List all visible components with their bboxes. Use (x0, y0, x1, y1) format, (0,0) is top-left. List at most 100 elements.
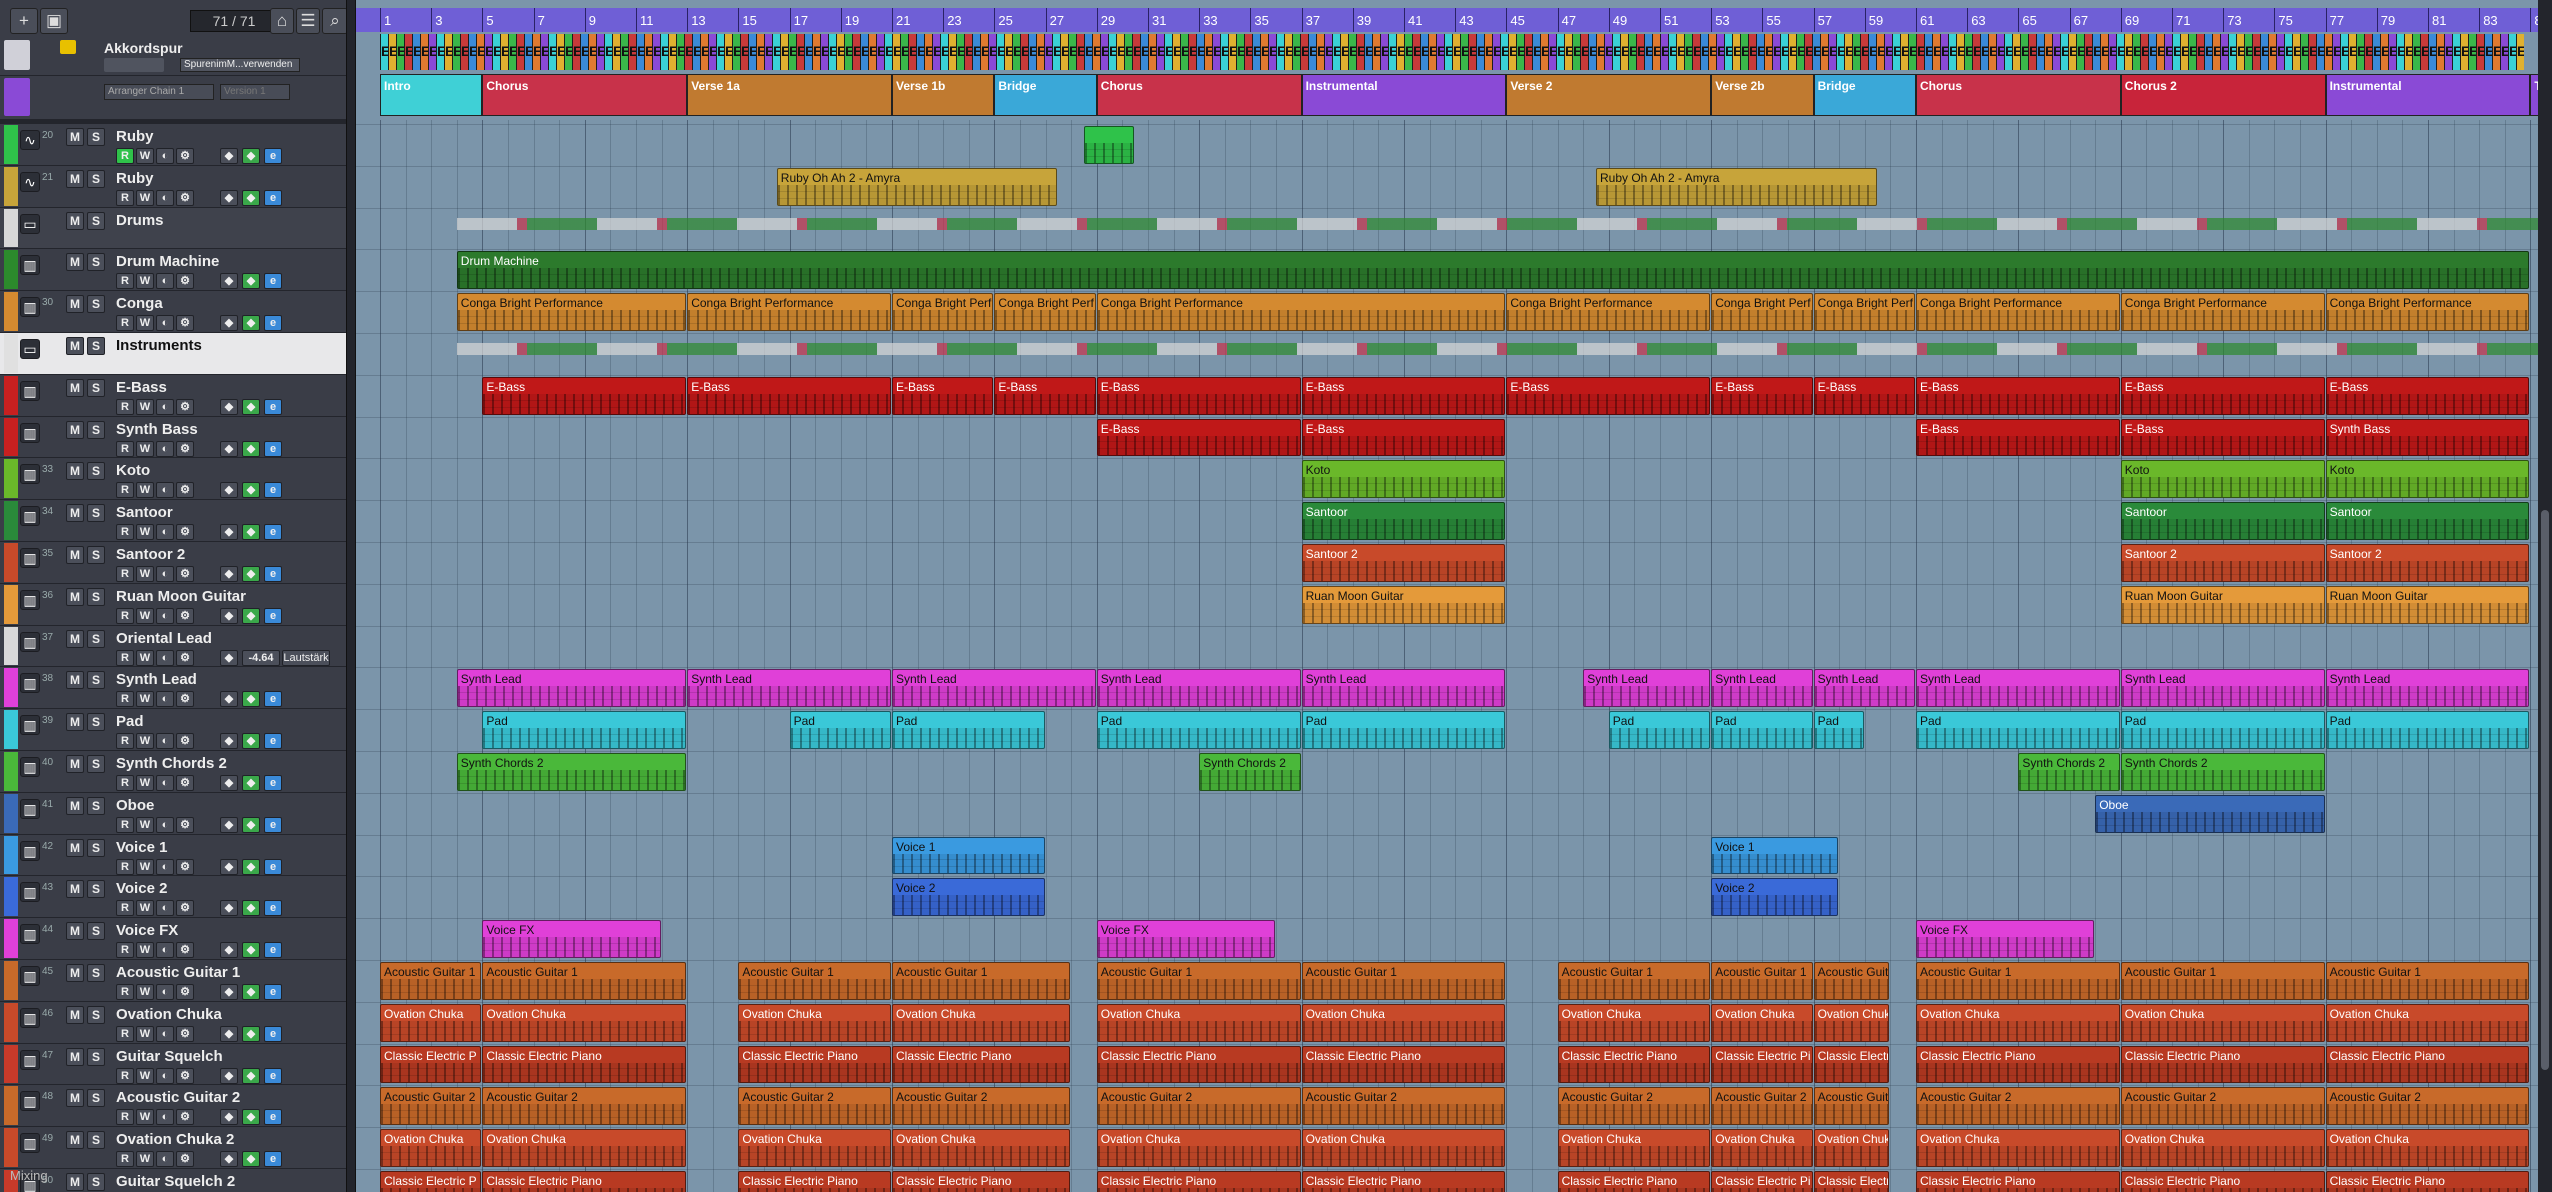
track-row[interactable]: ▥ 43 M S Voice 2 R W ◐ ⚙ ◆ ◆ e (0, 876, 346, 919)
midi-event[interactable]: Acoustic Guit (1813, 962, 1890, 1000)
arranger-section[interactable]: Chorus 2 (2120, 74, 2326, 116)
chord-event[interactable]: E (2492, 34, 2500, 70)
pan-icon[interactable]: ◆ (220, 440, 238, 457)
record-enable-button[interactable]: R (116, 942, 134, 959)
edit-instrument-icon[interactable]: ⚙ (176, 942, 194, 959)
monitor-icon[interactable]: ◐ (156, 566, 174, 582)
midi-event[interactable]: Synth Chords 2 (456, 753, 687, 791)
record-enable-button[interactable]: R (116, 858, 134, 875)
channel-settings-icon[interactable]: e (264, 524, 282, 541)
chord-event[interactable]: E (1164, 34, 1172, 70)
edit-instrument-icon[interactable]: ⚙ (176, 1025, 194, 1042)
track-row[interactable]: ▥ 34 M S Santoor R W ◐ ⚙ ◆ ◆ e (0, 500, 346, 542)
chord-event[interactable]: E (2204, 34, 2212, 70)
write-automation-button[interactable]: W (136, 148, 154, 164)
midi-event[interactable]: Santoor (1301, 502, 1506, 540)
inserts-icon[interactable]: ◆ (242, 398, 260, 415)
chord-event[interactable]: E (2508, 34, 2516, 70)
chord-event[interactable]: E (1580, 34, 1588, 70)
pan-icon[interactable]: ◆ (220, 189, 238, 206)
channel-settings-icon[interactable]: e (264, 189, 282, 206)
mute-button[interactable]: M (66, 337, 84, 355)
channel-settings-icon[interactable]: e (264, 1067, 282, 1084)
search-icon[interactable]: ⌕ (322, 8, 348, 34)
pan-icon[interactable]: ◆ (220, 733, 238, 750)
edit-instrument-icon[interactable]: ⚙ (176, 858, 194, 875)
chord-event[interactable]: E (564, 34, 572, 70)
midi-event[interactable]: E-Bass (1096, 376, 1301, 415)
midi-event[interactable]: Pad (1916, 711, 2120, 749)
solo-button[interactable]: S (87, 587, 105, 606)
chord-event[interactable]: E (1852, 34, 1860, 70)
chord-event[interactable]: E (1772, 34, 1780, 70)
edit-instrument-icon[interactable]: ⚙ (176, 775, 194, 791)
list-splitter[interactable] (346, 0, 356, 1192)
chord-event[interactable]: E (404, 34, 412, 70)
chord-event[interactable]: E (964, 34, 972, 70)
write-automation-button[interactable]: W (136, 1067, 154, 1084)
pan-icon[interactable]: ◆ (220, 775, 238, 791)
channel-settings-icon[interactable]: e (264, 816, 282, 833)
chord-track-lane[interactable]: EEEEEEEEEEEEEEEEEEEEEEEEEEEEEEEEEEEEEEEE… (380, 34, 2530, 70)
track-name[interactable]: Santoor (116, 504, 173, 521)
chord-event[interactable]: E (828, 34, 836, 70)
solo-button[interactable]: S (87, 755, 105, 773)
monitor-icon[interactable]: ◐ (156, 1151, 174, 1168)
midi-event[interactable]: Acoustic Guitar 2 (380, 1087, 482, 1126)
chord-event[interactable]: E (2260, 34, 2268, 70)
edit-instrument-icon[interactable]: ⚙ (176, 607, 194, 624)
midi-event[interactable]: Classic Electric Piano (1301, 1171, 1506, 1192)
chord-event[interactable]: E (1420, 34, 1428, 70)
inserts-icon[interactable]: ◆ (242, 1067, 260, 1084)
chord-event[interactable]: E (2148, 34, 2156, 70)
chord-event[interactable]: E (2212, 34, 2220, 70)
chord-event[interactable]: E (1884, 34, 1892, 70)
mute-button[interactable]: M (66, 420, 84, 439)
chord-event[interactable]: E (588, 34, 596, 70)
chord-event[interactable]: E (676, 34, 684, 70)
mute-button[interactable]: M (66, 378, 84, 397)
midi-event[interactable]: Ovation Chuka (1096, 1129, 1301, 1167)
chord-event[interactable]: E (948, 34, 956, 70)
chord-event[interactable]: E (1052, 34, 1060, 70)
chord-event[interactable]: E (1484, 34, 1492, 70)
write-automation-button[interactable]: W (136, 1151, 154, 1168)
mute-button[interactable]: M (66, 462, 84, 481)
chord-event[interactable]: E (2324, 34, 2332, 70)
solo-button[interactable]: S (87, 504, 105, 523)
chord-event[interactable]: E (1404, 34, 1412, 70)
monitor-icon[interactable]: ◐ (156, 482, 174, 499)
chord-event[interactable]: E (1604, 34, 1612, 70)
chord-event[interactable]: E (2420, 34, 2428, 70)
midi-event[interactable]: Acoustic Guitar 1 (1557, 962, 1711, 1000)
track-row[interactable]: ▥ 49 M S Ovation Chuka 2 R W ◐ ⚙ ◆ ◆ e (0, 1127, 346, 1169)
midi-event[interactable]: Voice 2 (892, 878, 1045, 917)
midi-event[interactable]: Synth Lead (892, 669, 1096, 708)
chord-event[interactable]: E (388, 34, 396, 70)
midi-event[interactable]: E-Bass (1916, 376, 2120, 415)
midi-event[interactable]: Ovation Chuka (1711, 1129, 1813, 1167)
channel-settings-icon[interactable]: e (264, 273, 282, 290)
chord-event[interactable]: E (1148, 34, 1156, 70)
chord-event[interactable]: E (460, 34, 468, 70)
arranger-section[interactable]: Verse 2 (1506, 74, 1712, 116)
chord-event[interactable]: E (2380, 34, 2388, 70)
inserts-icon[interactable]: ◆ (242, 189, 260, 206)
mute-button[interactable]: M (66, 253, 84, 272)
midi-event[interactable]: E-Bass (994, 376, 1096, 415)
edit-instrument-icon[interactable]: ⚙ (176, 566, 194, 582)
midi-event[interactable]: E-Bass (687, 376, 891, 415)
midi-event[interactable]: Acoustic Guitar 2 (1557, 1087, 1711, 1126)
chord-event[interactable]: E (1692, 34, 1700, 70)
chord-event[interactable]: E (2108, 34, 2116, 70)
channel-settings-icon[interactable]: e (264, 691, 282, 708)
inserts-icon[interactable]: ◆ (242, 816, 260, 833)
record-enable-button[interactable]: R (116, 607, 134, 624)
folder-add-icon[interactable]: ▣ (40, 8, 68, 34)
solo-button[interactable]: S (87, 713, 105, 732)
chord-event[interactable]: E (1508, 34, 1516, 70)
midi-event[interactable]: E-Bass (1096, 418, 1301, 457)
midi-event[interactable]: E-Bass (892, 376, 994, 415)
chord-event[interactable]: E (468, 34, 476, 70)
mute-button[interactable]: M (66, 796, 84, 815)
